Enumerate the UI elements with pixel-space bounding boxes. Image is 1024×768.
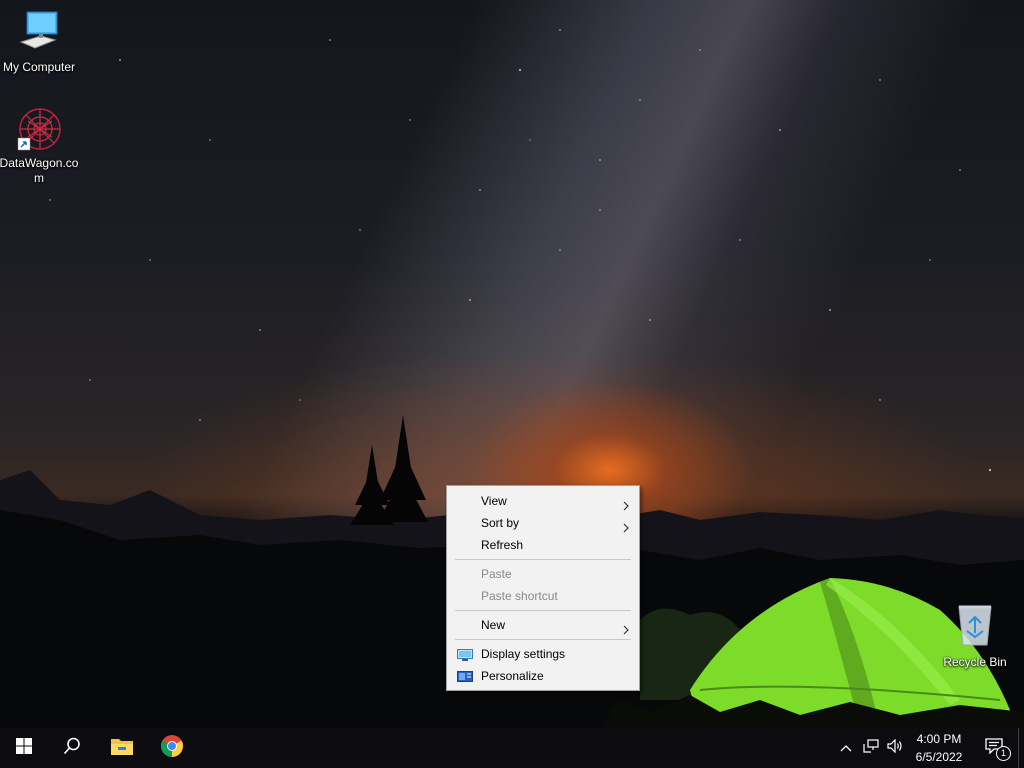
taskbar-file-explorer[interactable] — [98, 728, 146, 768]
desktop-context-menu: View Sort by Refresh Paste Paste shortcu… — [446, 485, 640, 691]
personalize-icon — [457, 669, 473, 691]
desktop-icon-label: Recycle Bin — [943, 655, 1007, 669]
menu-item-label: Display settings — [481, 647, 566, 661]
menu-item-display-settings[interactable]: Display settings — [447, 643, 639, 665]
desktop-icon-label: My Computer — [2, 60, 76, 74]
taskbar: 4:00 PM 6/5/2022 1 — [0, 728, 1024, 768]
desktop-icon-label: DataWagon.com — [0, 156, 79, 185]
menu-item-paste-shortcut[interactable]: Paste shortcut — [447, 585, 639, 607]
menu-item-personalize[interactable]: Personalize — [447, 665, 639, 687]
notification-count-badge: 1 — [996, 746, 1011, 761]
datawagon-icon — [16, 106, 62, 152]
action-center-button[interactable]: 1 — [976, 728, 1016, 768]
menu-separator — [455, 639, 631, 640]
start-button[interactable] — [0, 728, 48, 768]
file-explorer-icon — [110, 736, 134, 761]
taskbar-chrome[interactable] — [148, 728, 196, 768]
menu-item-label: Refresh — [481, 538, 524, 552]
menu-item-refresh[interactable]: Refresh — [447, 534, 639, 556]
show-hidden-icons-button[interactable] — [836, 728, 856, 768]
menu-separator — [455, 610, 631, 611]
volume-button[interactable] — [884, 728, 906, 768]
menu-item-label: Paste — [481, 567, 512, 581]
desktop-icon-my-computer[interactable]: My Computer — [0, 10, 79, 75]
notification-icon: 1 — [985, 738, 1011, 761]
menu-item-label: View — [481, 494, 507, 508]
menu-item-new[interactable]: New — [447, 614, 639, 636]
network-button[interactable] — [860, 728, 882, 768]
clock-date: 6/5/2022 — [915, 750, 963, 764]
menu-item-view[interactable]: View — [447, 490, 639, 512]
desktop-icon-recycle-bin[interactable]: Recycle Bin — [935, 603, 1015, 670]
clock-time: 4:00 PM — [916, 732, 962, 746]
search-icon — [63, 737, 81, 760]
network-icon — [863, 738, 879, 758]
chrome-icon — [160, 734, 184, 763]
menu-item-label: New — [481, 618, 506, 632]
desktop-icon-datawagon[interactable]: DataWagon.com — [0, 106, 79, 186]
volume-icon — [887, 738, 903, 758]
menu-item-label: Paste shortcut — [481, 589, 558, 603]
menu-item-sort-by[interactable]: Sort by — [447, 512, 639, 534]
show-desktop-button[interactable] — [1018, 728, 1024, 768]
recycle-bin-icon — [935, 603, 1015, 651]
menu-separator — [455, 559, 631, 560]
search-button[interactable] — [48, 728, 96, 768]
start-icon — [16, 737, 32, 759]
menu-item-label: Personalize — [481, 669, 544, 683]
computer-icon — [0, 10, 79, 56]
chevron-up-icon — [840, 739, 852, 757]
menu-item-label: Sort by — [481, 516, 520, 530]
taskbar-clock[interactable]: 4:00 PM 6/5/2022 — [906, 730, 972, 766]
menu-item-paste[interactable]: Paste — [447, 563, 639, 585]
